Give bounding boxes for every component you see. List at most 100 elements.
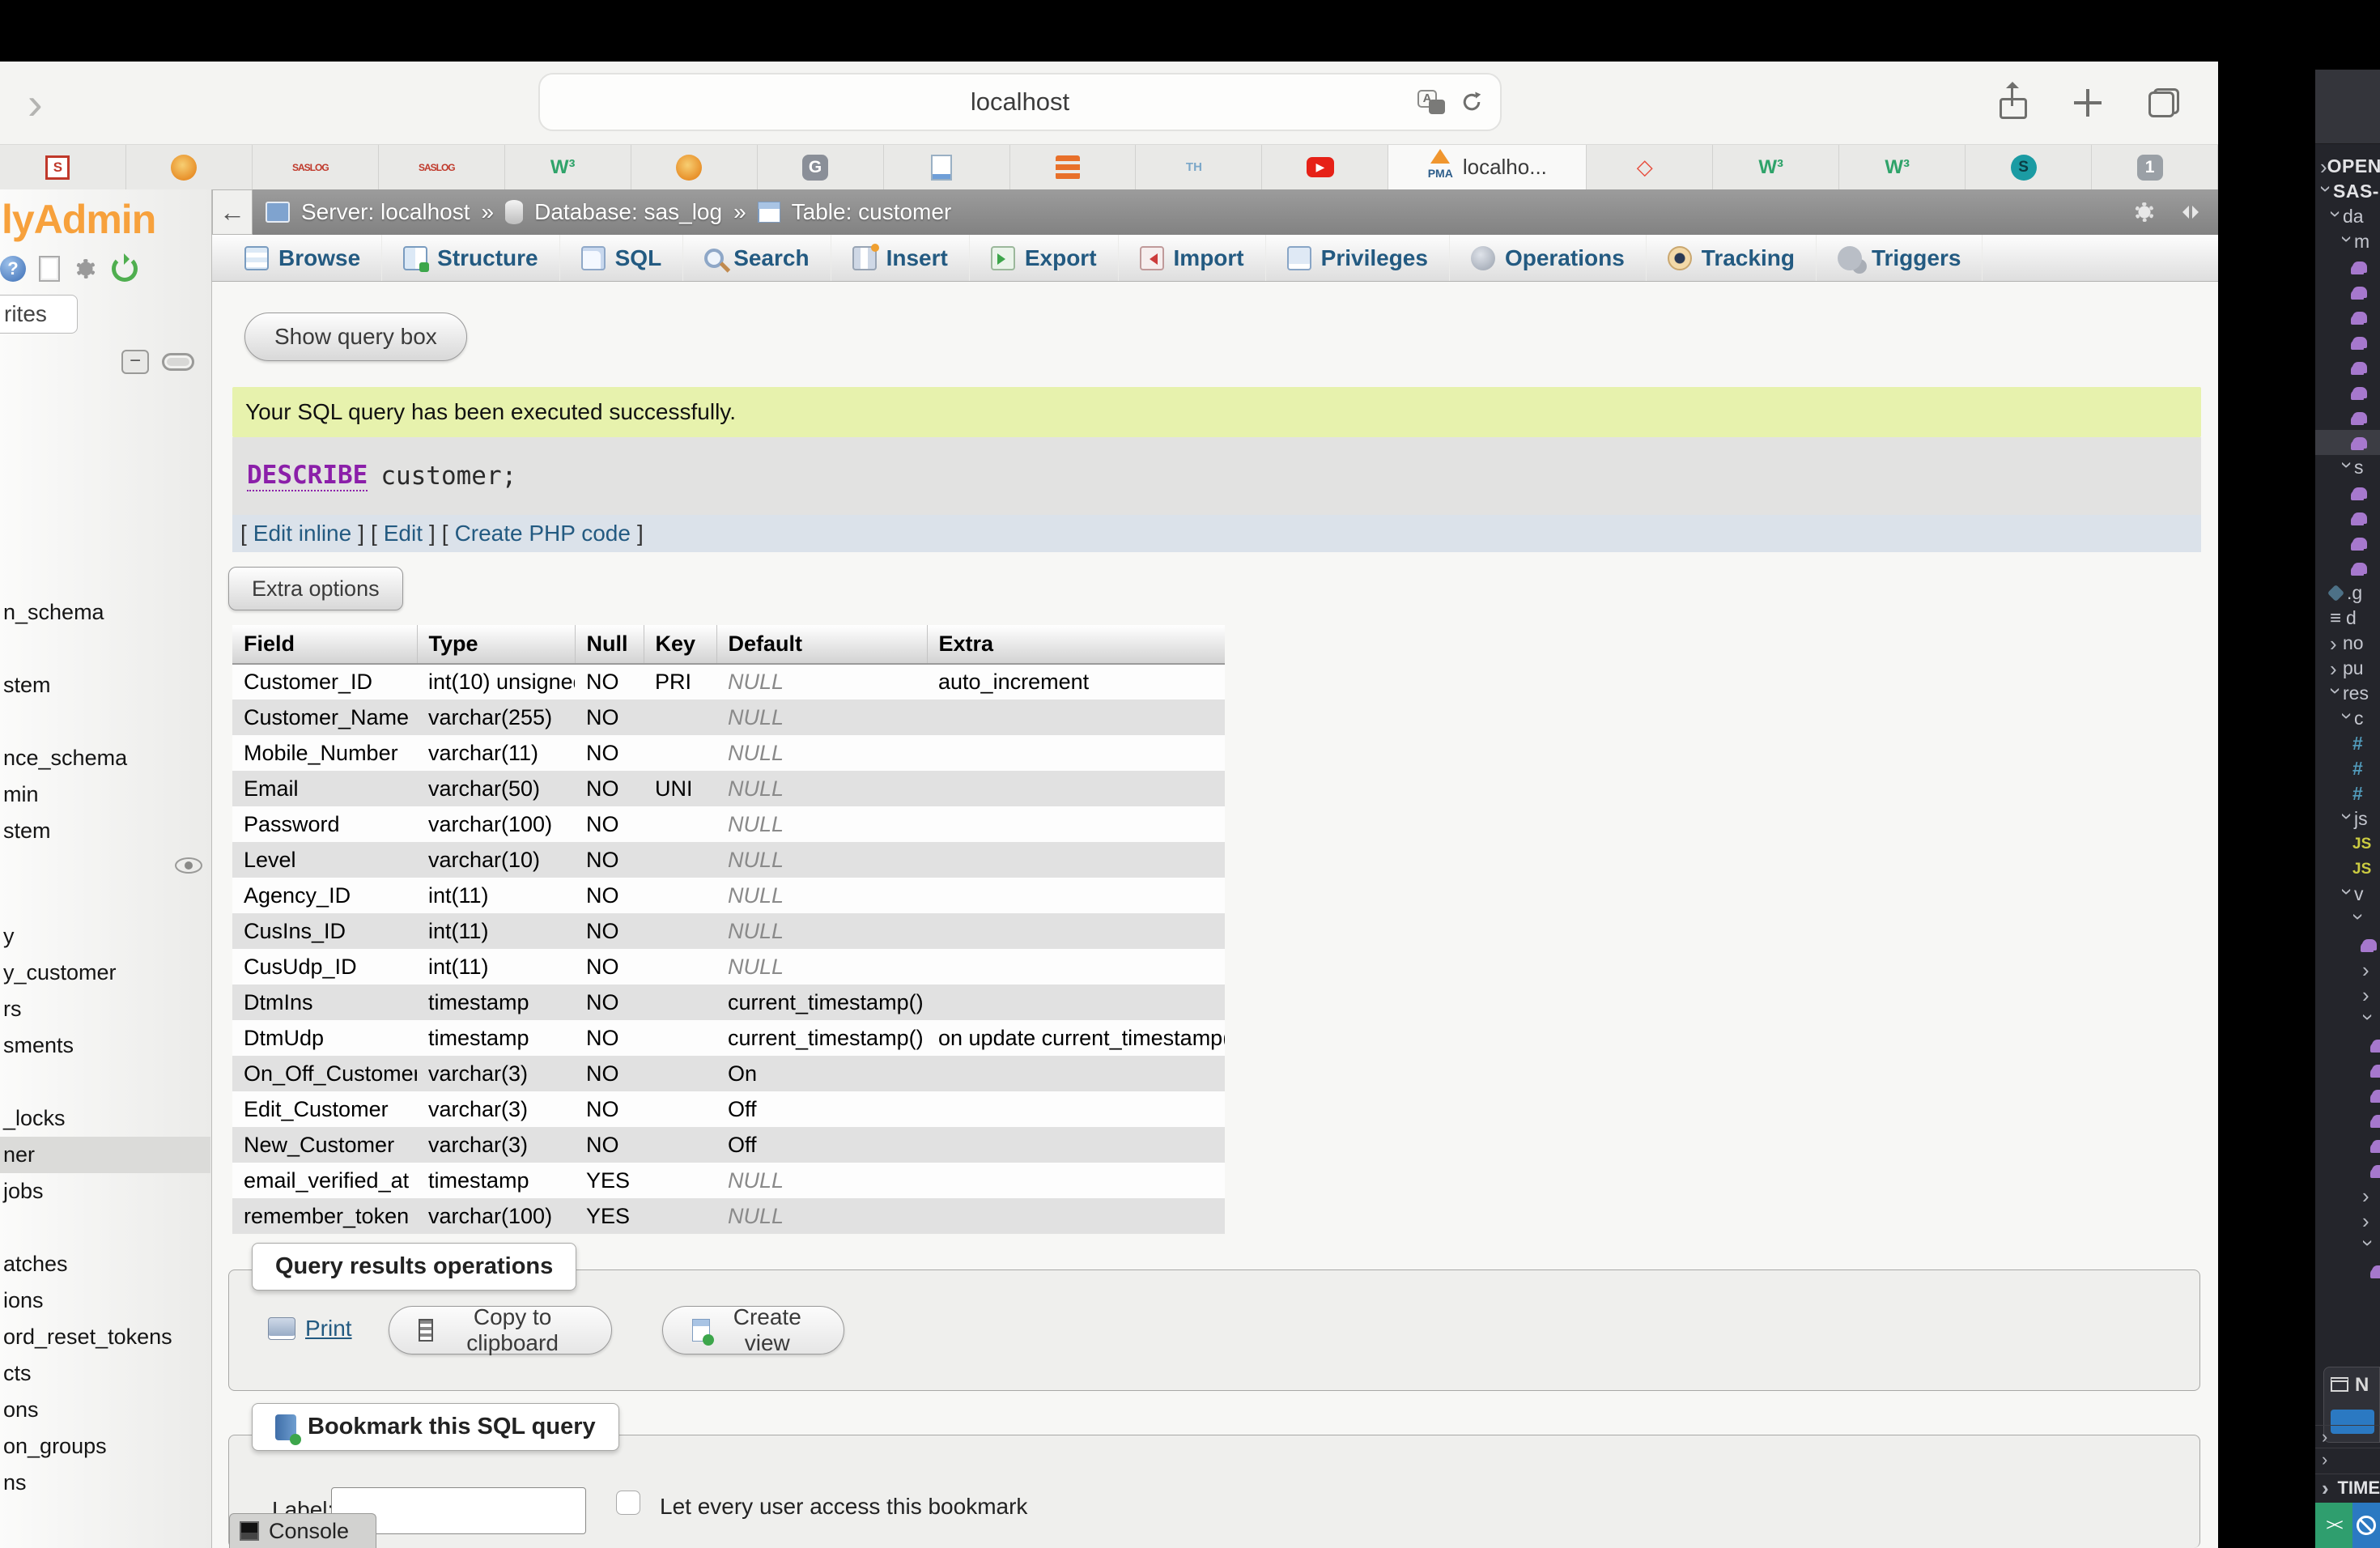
browser-tab[interactable]: 1 (2092, 145, 2218, 189)
favorites-tab[interactable]: rites (0, 295, 78, 334)
tree-item[interactable]: ons (0, 1392, 210, 1428)
explorer-row[interactable]: › (2315, 932, 2380, 957)
browser-tab[interactable] (884, 145, 1010, 189)
explorer-row[interactable]: › (2315, 1082, 2380, 1108)
tab-search[interactable]: Search (683, 235, 831, 281)
collapse-all-icon[interactable]: − (121, 350, 149, 374)
explorer-row[interactable]: › (2315, 304, 2380, 330)
browser-tab[interactable]: G (758, 145, 884, 189)
explorer-row[interactable]: › js (2315, 806, 2380, 831)
explorer-row[interactable]: › (2315, 957, 2380, 982)
explorer-row[interactable]: › (2315, 380, 2380, 405)
explorer-row[interactable]: › (2315, 1158, 2380, 1183)
edit-inline-link[interactable]: Edit inline (253, 521, 351, 546)
explorer-row[interactable]: › (2315, 1057, 2380, 1082)
browser-tab[interactable]: W³ (505, 145, 631, 189)
tree-item[interactable]: ord_reset_tokens (0, 1319, 210, 1355)
translate-icon[interactable]: A (1417, 90, 1445, 114)
tree-item[interactable]: y (0, 918, 210, 955)
explorer-row[interactable]: › (2315, 330, 2380, 355)
column-header-default[interactable]: Default (716, 625, 927, 664)
column-header-null[interactable]: Null (575, 625, 644, 664)
extra-options-button[interactable]: Extra options (228, 567, 403, 610)
explorer-row[interactable]: › m (2315, 229, 2380, 254)
explorer-row[interactable]: › (2315, 480, 2380, 505)
explorer-row[interactable]: › (2315, 254, 2380, 279)
tree-item[interactable]: stem (0, 667, 210, 704)
tab-export[interactable]: Export (970, 235, 1119, 281)
explorer-row[interactable]: › (2315, 1208, 2380, 1233)
explorer-row[interactable]: › no (2315, 631, 2380, 656)
timeline-section[interactable]: › TIME (2315, 1474, 2380, 1501)
tree-item[interactable]: cts (0, 1355, 210, 1392)
browser-tab[interactable]: S (1966, 145, 2092, 189)
explorer-row[interactable]: › res (2315, 681, 2380, 706)
column-header-type[interactable]: Type (417, 625, 575, 664)
browser-tab[interactable]: ▶ (1262, 145, 1388, 189)
reload-icon[interactable] (1460, 90, 1484, 114)
tab-sql[interactable]: SQL (560, 235, 684, 281)
browser-tab[interactable]: W³ (1713, 145, 1839, 189)
browser-tab[interactable] (631, 145, 758, 189)
tab-operations[interactable]: Operations (1450, 235, 1647, 281)
explorer-row[interactable]: › (2315, 857, 2380, 882)
remote-indicator[interactable]: >< (2315, 1503, 2352, 1548)
tree-item[interactable]: jobs (0, 1173, 210, 1210)
explorer-row[interactable]: › da (2315, 204, 2380, 229)
tree-item[interactable]: n_schema (0, 594, 210, 631)
tab-insert[interactable]: Insert (831, 235, 970, 281)
docs-icon[interactable] (39, 256, 60, 282)
tree-item[interactable] (0, 849, 210, 882)
explorer-row[interactable]: › (2315, 1258, 2380, 1283)
breadcrumb-table[interactable]: Table: customer (792, 199, 952, 225)
explorer-row[interactable]: › (2315, 279, 2380, 304)
create-view-button[interactable]: Create view (662, 1306, 844, 1354)
tab-structure[interactable]: Structure (382, 235, 559, 281)
address-bar[interactable]: localhost A (538, 73, 1502, 131)
share-icon[interactable] (2000, 87, 2027, 119)
tree-item[interactable]: rs (0, 991, 210, 1027)
explorer-row[interactable]: › (2315, 1133, 2380, 1158)
breadcrumb-database[interactable]: Database: sas_log (534, 199, 722, 225)
browser-tab[interactable]: PMA localho... (1388, 145, 1587, 189)
tab-browse[interactable]: Browse (223, 235, 382, 281)
explorer-row[interactable]: › (2315, 1032, 2380, 1057)
show-query-box-button[interactable]: Show query box (244, 313, 467, 361)
tab-import[interactable]: Import (1119, 235, 1266, 281)
explorer-row[interactable]: › (2315, 982, 2380, 1007)
browser-tab[interactable]: SASLOG (253, 145, 379, 189)
explorer-row[interactable]: › OPEN (2315, 154, 2380, 179)
explorer-row[interactable]: › (2315, 530, 2380, 555)
tree-item[interactable]: ner (0, 1137, 210, 1173)
browser-tab[interactable]: S (0, 145, 126, 189)
browser-tab[interactable] (126, 145, 253, 189)
explorer-row[interactable]: › (2315, 731, 2380, 756)
explorer-row[interactable]: › (2315, 405, 2380, 430)
tree-item[interactable]: min (0, 776, 210, 813)
column-header-field[interactable]: Field (232, 625, 417, 664)
tab-tracking[interactable]: Tracking (1647, 235, 1817, 281)
explorer-row[interactable]: › pu (2315, 656, 2380, 681)
refresh-icon[interactable] (112, 256, 138, 282)
breadcrumb-server[interactable]: Server: localhost (301, 199, 470, 225)
collapsed-panel-row[interactable]: › (2315, 1448, 2380, 1470)
explorer-row[interactable]: › d (2315, 606, 2380, 631)
tree-item[interactable]: ns (0, 1465, 210, 1501)
explorer-row[interactable]: › (2315, 1233, 2380, 1258)
print-link[interactable]: Print (268, 1316, 352, 1342)
explorer-row[interactable]: › (2315, 1183, 2380, 1208)
status-bar-segment[interactable] (2352, 1503, 2380, 1548)
page-settings-icon[interactable] (2132, 200, 2157, 224)
tab-triggers[interactable]: Triggers (1817, 235, 1983, 281)
forward-icon[interactable]: › (28, 81, 43, 126)
phpmyadmin-logo[interactable]: lyAdmin (2, 196, 155, 243)
link-icon[interactable] (162, 353, 194, 371)
settings-gear-icon[interactable] (73, 256, 99, 282)
explorer-row[interactable]: › (2315, 505, 2380, 530)
new-tab-icon[interactable] (2074, 89, 2102, 117)
tree-item[interactable]: ions (0, 1282, 210, 1319)
tree-item[interactable]: stem (0, 813, 210, 849)
column-header-extra[interactable]: Extra (927, 625, 1225, 664)
tab-overview-icon[interactable] (2148, 88, 2179, 117)
tree-item[interactable]: sments (0, 1027, 210, 1064)
